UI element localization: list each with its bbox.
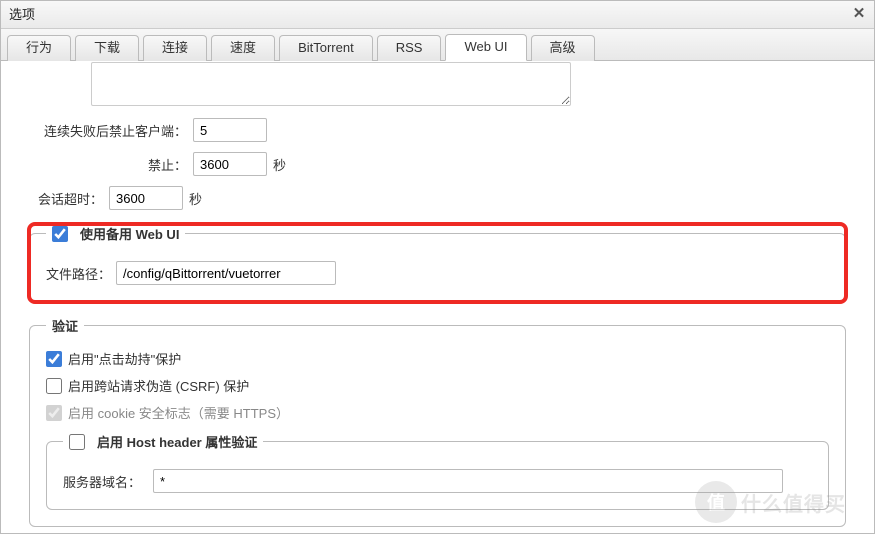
tab-bar: 行为 下载 连接 速度 BitTorrent RSS Web UI 高级: [1, 29, 874, 61]
tab-downloads[interactable]: 下载: [75, 35, 139, 61]
ban-for-label: 禁止：: [29, 155, 187, 174]
ban-after-failures-label: 连续失败后禁止客户端：: [29, 121, 187, 140]
session-timeout-unit: 秒: [189, 189, 202, 208]
tab-rss[interactable]: RSS: [377, 35, 442, 61]
alt-webui-legend: 使用备用 Web UI: [80, 224, 179, 243]
ban-after-failures-input[interactable]: [193, 118, 267, 142]
ip-filter-textarea[interactable]: [91, 62, 571, 106]
alt-webui-checkbox[interactable]: [52, 226, 68, 242]
server-domain-label: 服务器域名：: [63, 472, 153, 491]
host-header-fieldset: 启用 Host header 属性验证 服务器域名：: [46, 432, 829, 510]
tab-behavior[interactable]: 行为: [7, 35, 71, 61]
close-icon[interactable]: ✕: [850, 6, 868, 24]
session-timeout-label: 会话超时：: [29, 189, 103, 208]
cookie-secure-label: 启用 cookie 安全标志（需要 HTTPS）: [68, 403, 289, 422]
host-header-legend: 启用 Host header 属性验证: [97, 432, 257, 451]
settings-scroll-area[interactable]: 连续失败后禁止客户端： 禁止： 秒 会话超时： 秒 使用备用 Web UI: [1, 62, 856, 533]
clickjacking-label: 启用"点击劫持"保护: [68, 349, 181, 368]
alt-webui-fieldset: 使用备用 Web UI 文件路径：: [29, 224, 846, 302]
clickjacking-checkbox[interactable]: [46, 351, 62, 367]
dialog-title: 选项: [9, 7, 35, 22]
host-header-checkbox[interactable]: [69, 434, 85, 450]
tab-speed[interactable]: 速度: [211, 35, 275, 61]
cookie-secure-checkbox: [46, 405, 62, 421]
tab-bittorrent[interactable]: BitTorrent: [279, 35, 373, 61]
tab-connection[interactable]: 连接: [143, 35, 207, 61]
ban-for-input[interactable]: [193, 152, 267, 176]
csrf-checkbox[interactable]: [46, 378, 62, 394]
session-timeout-input[interactable]: [109, 186, 183, 210]
ban-for-unit: 秒: [273, 155, 286, 174]
server-domain-input[interactable]: [153, 469, 783, 493]
tab-webui[interactable]: Web UI: [445, 34, 526, 61]
alt-webui-path-input[interactable]: [116, 261, 336, 285]
csrf-label: 启用跨站请求伪造 (CSRF) 保护: [68, 376, 249, 395]
auth-fieldset: 验证 启用"点击劫持"保护 启用跨站请求伪造 (CSRF) 保护 启用 cook…: [29, 316, 846, 527]
auth-legend: 验证: [52, 316, 78, 335]
dialog-titlebar: 选项 ✕: [1, 1, 874, 29]
alt-webui-path-label: 文件路径：: [46, 264, 116, 283]
tab-advanced[interactable]: 高级: [531, 35, 595, 61]
